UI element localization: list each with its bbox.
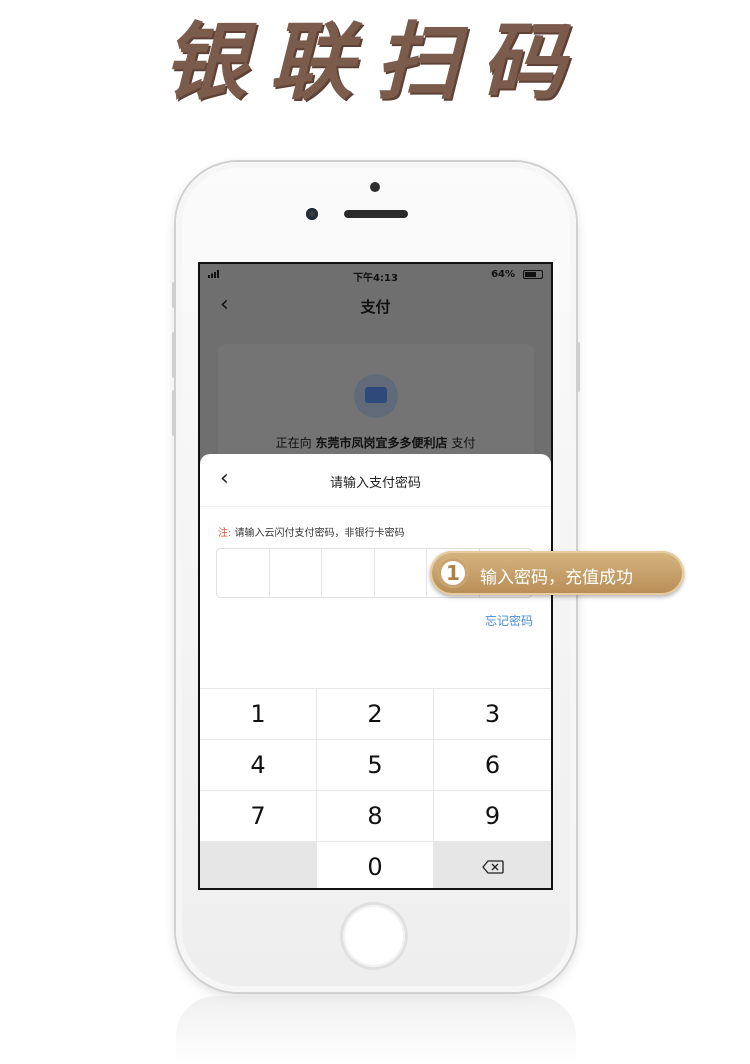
nav-bar: ‹ 支付 <box>200 286 551 326</box>
phone-reflection <box>176 996 576 1064</box>
merchant-suffix: 支付 <box>451 436 476 450</box>
key-3[interactable]: 3 <box>434 689 551 740</box>
battery-icon <box>523 270 543 279</box>
page-title: 支付 <box>360 298 391 316</box>
delete-key[interactable] <box>434 842 551 888</box>
password-digit-slot <box>270 549 322 597</box>
sheet-header: ‹ 请输入支付密码 <box>200 454 551 507</box>
number-keypad: 1 2 3 4 5 6 7 8 9 0 <box>200 688 551 888</box>
password-note: 注: 请输入云闪付支付密码，非银行卡密码 <box>218 524 405 539</box>
power-button <box>576 342 580 392</box>
backspace-icon <box>481 860 504 874</box>
password-digit-slot <box>322 549 375 597</box>
step-callout: 1 输入密码，充值成功 <box>430 551 684 595</box>
store-icon <box>354 374 398 418</box>
key-0[interactable]: 0 <box>317 842 434 888</box>
key-2[interactable]: 2 <box>317 689 434 740</box>
step-number-badge: 1 <box>438 558 468 588</box>
key-7[interactable]: 7 <box>200 791 317 842</box>
merchant-line: 正在向 东莞市凤岗宜多多便利店 支付 <box>200 434 551 451</box>
mute-switch <box>172 282 176 308</box>
note-label: 注: <box>218 528 232 539</box>
banner-title: 银联扫码 <box>0 0 750 111</box>
key-1[interactable]: 1 <box>200 689 317 740</box>
front-camera <box>306 208 318 220</box>
note-text: 请输入云闪付支付密码，非银行卡密码 <box>234 528 405 539</box>
forgot-password-link[interactable]: 忘记密码 <box>485 612 533 629</box>
key-8[interactable]: 8 <box>317 791 434 842</box>
banner-title-text: 银联扫码 <box>162 11 587 111</box>
sheet-title: 请输入支付密码 <box>329 476 421 491</box>
status-bar: 下午4:13 64% <box>200 264 551 286</box>
key-9[interactable]: 9 <box>434 791 551 842</box>
earpiece-speaker <box>344 210 408 218</box>
volume-down-button <box>172 390 176 436</box>
password-sheet: ‹ 请输入支付密码 注: 请输入云闪付支付密码，非银行卡密码 忘记密码 1 2 … <box>200 454 551 888</box>
volume-up-button <box>172 332 176 378</box>
key-4[interactable]: 4 <box>200 740 317 791</box>
key-6[interactable]: 6 <box>434 740 551 791</box>
password-digit-slot <box>217 549 270 597</box>
battery-percent: 64% <box>491 269 515 280</box>
step-text: 输入密码，充值成功 <box>480 568 633 588</box>
password-digit-slot <box>375 549 427 597</box>
merchant-prefix: 正在向 <box>275 436 312 450</box>
key-blank <box>200 842 317 888</box>
merchant-name: 东莞市凤岗宜多多便利店 <box>315 436 448 450</box>
proximity-sensor <box>370 182 380 192</box>
home-button[interactable] <box>343 905 405 967</box>
key-5[interactable]: 5 <box>317 740 434 791</box>
